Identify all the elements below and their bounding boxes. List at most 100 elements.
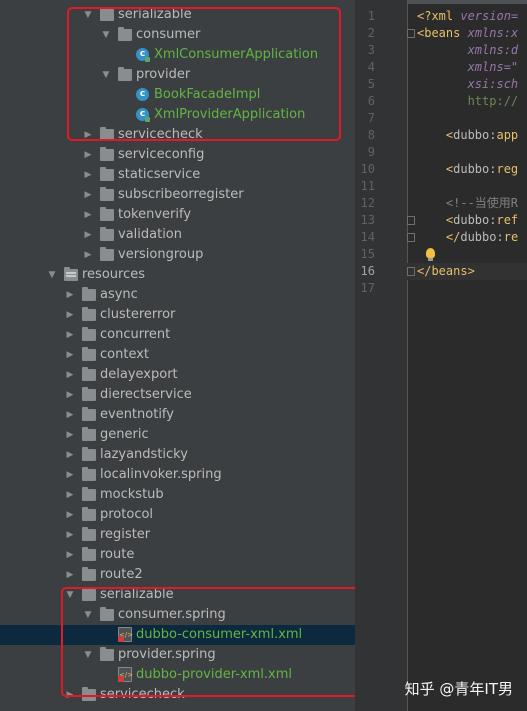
folder-icon (82, 307, 96, 321)
code-line[interactable]: <beans xmlns:x (417, 25, 518, 42)
code-line[interactable]: xsi:sch (417, 76, 519, 93)
line-number: 12 (360, 196, 375, 210)
chevron-right-icon[interactable]: ▶ (82, 205, 94, 225)
tree-item-protocol[interactable]: ▶ protocol (0, 505, 355, 525)
tree-item-clustererror[interactable]: ▶ clustererror (0, 305, 355, 325)
tree-item-route[interactable]: ▶ route (0, 545, 355, 565)
lightbulb-icon[interactable] (426, 248, 435, 261)
tree-item-label: register (100, 527, 151, 542)
folder-icon (82, 407, 96, 421)
tree-item-serviceconfig[interactable]: ▶ serviceconfig (0, 145, 355, 165)
tree-item-subscribeorregister[interactable]: ▶ subscribeorregister (0, 185, 355, 205)
line-gutter: 1 2 3 4 5 6 7 8 9 10 11 12 13 14 15 16 17 (355, 0, 408, 711)
tree-item-label: delayexport (100, 367, 178, 382)
tree-item-staticservice[interactable]: ▶ staticservice (0, 165, 355, 185)
highlight-box-resources (61, 587, 361, 697)
code-line[interactable]: <dubbo:reg (417, 161, 518, 178)
code-line[interactable]: http:// (417, 93, 519, 110)
chevron-right-icon[interactable]: ▶ (64, 405, 76, 425)
tree-item-tokenverify[interactable]: ▶ tokenverify (0, 205, 355, 225)
code-token: beans (431, 264, 468, 278)
tree-item-async[interactable]: ▶ async (0, 285, 355, 305)
folder-icon (82, 347, 96, 361)
tree-item-eventnotify[interactable]: ▶ eventnotify (0, 405, 355, 425)
folder-icon (100, 247, 114, 261)
tree-item-dierectservice[interactable]: ▶ dierectservice (0, 385, 355, 405)
chevron-right-icon[interactable]: ▶ (64, 545, 76, 565)
tree-item-label: localinvoker.spring (100, 467, 222, 482)
watermark: 知乎 @青年IT男 (404, 680, 513, 698)
code-line[interactable]: <dubbo:ref (417, 212, 518, 229)
tree-item-label: lazyandsticky (100, 447, 188, 462)
highlight-box-java (67, 7, 341, 141)
code-token: > (467, 264, 475, 278)
chevron-right-icon[interactable]: ▶ (64, 365, 76, 385)
chevron-right-icon[interactable]: ▶ (64, 505, 76, 525)
code-line[interactable]: <!--当使用R (417, 195, 518, 212)
tree-item-register[interactable]: ▶ register (0, 525, 355, 545)
chevron-right-icon[interactable]: ▶ (82, 145, 94, 165)
tree-item-label: mockstub (100, 487, 164, 502)
chevron-right-icon[interactable]: ▶ (82, 225, 94, 245)
code-token: xmlns:d (417, 43, 519, 57)
tree-item-route2[interactable]: ▶ route2 (0, 565, 355, 585)
chevron-right-icon[interactable]: ▶ (64, 525, 76, 545)
code-line[interactable]: </beans> (417, 263, 475, 280)
tree-item-label: eventnotify (100, 407, 174, 422)
line-number: 3 (367, 43, 375, 57)
code-line[interactable]: </dubbo:re (417, 229, 518, 246)
tree-item-delayexport[interactable]: ▶ delayexport (0, 365, 355, 385)
chevron-right-icon[interactable]: ▶ (82, 165, 94, 185)
code-editor[interactable]: 1 2 3 4 5 6 7 8 9 10 11 12 13 14 15 16 17 <?xml version=… (355, 0, 527, 711)
folder-icon (100, 187, 114, 201)
fold-marker-icon[interactable] (407, 216, 415, 225)
line-number: 17 (360, 281, 375, 295)
tree-item-localinvoker-spring[interactable]: ▶ localinvoker.spring (0, 465, 355, 485)
tree-item-versiongroup[interactable]: ▶ versiongroup (0, 245, 355, 265)
chevron-right-icon[interactable]: ▶ (64, 445, 76, 465)
tree-item-lazyandsticky[interactable]: ▶ lazyandsticky (0, 445, 355, 465)
code-token: </ (417, 230, 461, 244)
code-line[interactable]: xmlns=" (417, 59, 519, 76)
tree-item-generic[interactable]: ▶ generic (0, 425, 355, 445)
folder-icon (82, 427, 96, 441)
folder-icon (100, 167, 114, 181)
chevron-right-icon[interactable]: ▶ (64, 325, 76, 345)
code-line[interactable]: <?xml version= (417, 8, 518, 25)
fold-marker-icon[interactable] (407, 233, 415, 242)
code-line[interactable]: xmlns:d (417, 42, 519, 59)
chevron-right-icon[interactable]: ▶ (64, 285, 76, 305)
folder-icon (82, 287, 96, 301)
chevron-down-icon[interactable]: ▼ (46, 265, 58, 285)
chevron-right-icon[interactable]: ▶ (82, 185, 94, 205)
code-token: app (496, 128, 519, 142)
chevron-right-icon[interactable]: ▶ (64, 465, 76, 485)
line-number: 14 (360, 230, 375, 244)
chevron-right-icon[interactable]: ▶ (64, 385, 76, 405)
tree-item-label: tokenverify (118, 207, 192, 222)
chevron-right-icon[interactable]: ▶ (64, 345, 76, 365)
code-line[interactable]: <dubbo:app (417, 127, 518, 144)
chevron-right-icon[interactable]: ▶ (64, 485, 76, 505)
fold-marker-icon[interactable] (407, 267, 415, 276)
tree-item-validation[interactable]: ▶ validation (0, 225, 355, 245)
chevron-right-icon[interactable]: ▶ (64, 305, 76, 325)
tree-item-resources[interactable]: ▼ resources (0, 265, 355, 285)
tree-item-mockstub[interactable]: ▶ mockstub (0, 485, 355, 505)
fold-marker-icon[interactable] (407, 29, 415, 38)
code-token: </ (417, 264, 432, 278)
tree-item-label: resources (82, 267, 146, 282)
chevron-right-icon[interactable]: ▶ (82, 245, 94, 265)
tree-item-label: async (100, 287, 138, 302)
line-number: 16 (360, 264, 375, 278)
tree-item-concurrent[interactable]: ▶ concurrent (0, 325, 355, 345)
folder-icon (82, 327, 96, 341)
line-number: 11 (360, 179, 375, 193)
folder-icon (82, 487, 96, 501)
chevron-right-icon[interactable]: ▶ (64, 425, 76, 445)
chevron-right-icon[interactable]: ▶ (64, 565, 76, 585)
code-token: dubbo: (460, 230, 504, 244)
tree-item-label: route2 (100, 567, 143, 582)
code-token: reg (496, 162, 519, 176)
tree-item-context[interactable]: ▶ context (0, 345, 355, 365)
